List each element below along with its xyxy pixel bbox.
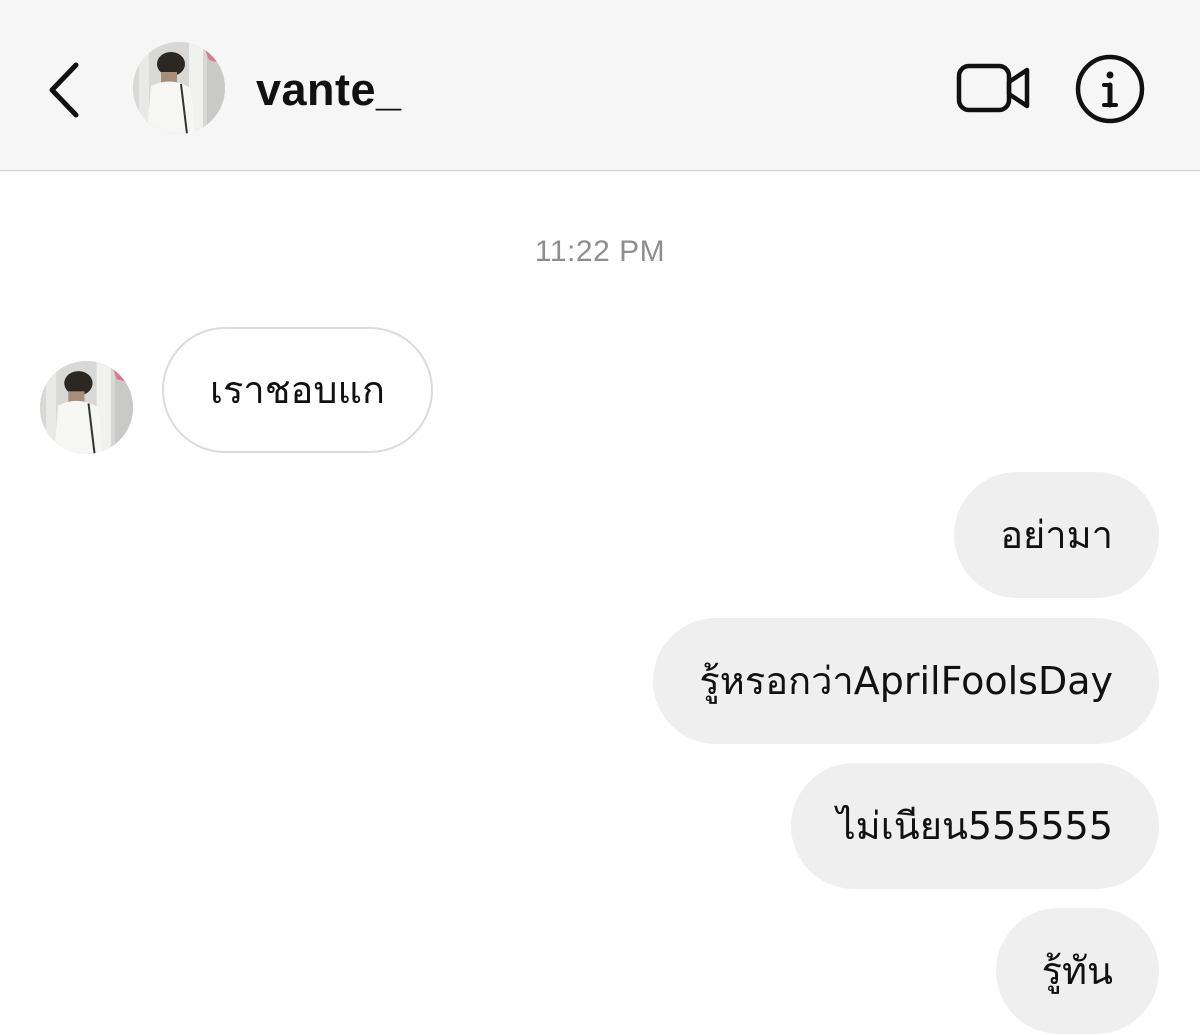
sender-avatar[interactable] [40,361,133,454]
back-button[interactable] [38,55,94,125]
info-circle-icon [1075,54,1145,124]
sent-message-bubble[interactable]: รู้หรอกว่าAprilFoolsDay [653,618,1159,744]
chat-header: vante_ [0,0,1200,171]
info-button[interactable] [1074,53,1146,125]
profile-photo [40,361,133,454]
video-camera-icon [956,63,1030,113]
header-avatar[interactable] [133,42,225,134]
chat-username[interactable]: vante_ [256,62,402,118]
message-timestamp: 11:22 PM [534,235,666,268]
chevron-left-icon [49,62,79,118]
direct-message-screen: vante_ 11:22 PM เราชอบแก อย่ามา รู้หรอกว… [0,0,1200,1035]
sent-message-bubble[interactable]: รู้ทัน [995,908,1159,1034]
received-message-bubble[interactable]: เราชอบแก [162,327,433,453]
video-call-button[interactable] [955,60,1031,116]
sent-message-bubble[interactable]: ไม่เนียน555555 [790,763,1159,889]
sent-message-bubble[interactable]: อย่ามา [954,472,1159,598]
profile-photo [133,42,225,134]
